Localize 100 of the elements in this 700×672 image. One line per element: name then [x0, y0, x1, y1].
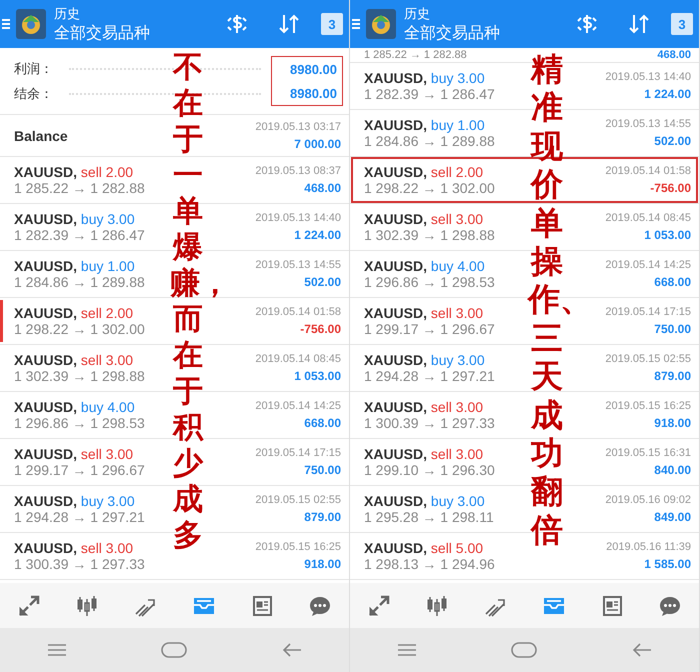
- balance-label: Balance: [14, 128, 68, 144]
- deal-title: XAUUSD, buy 3.00: [14, 493, 136, 509]
- symbol-filter[interactable]: 全部交易品种: [404, 22, 561, 44]
- home-icon[interactable]: [511, 642, 538, 658]
- deal-time: 2019.05.14 14:25: [255, 400, 341, 412]
- profit-amount: -756.00: [300, 322, 341, 336]
- deal-title: XAUUSD, sell 2.00: [14, 164, 134, 180]
- deal-title: XAUUSD, buy 4.00: [14, 399, 136, 415]
- candles-icon[interactable]: [425, 594, 450, 618]
- summary-value: 8980.00: [290, 62, 337, 76]
- menu-icon[interactable]: [2, 17, 10, 31]
- profit-amount: 918.00: [654, 416, 691, 430]
- price-range: 1 282.39 → 1 286.47: [364, 86, 495, 102]
- deal-time: 2019.05.14 17:15: [605, 306, 691, 318]
- screen-title: 历史: [404, 4, 431, 22]
- price-range: 1 296.86 → 1 298.53: [14, 415, 145, 431]
- summary-label: 结余：: [14, 84, 54, 102]
- profit-amount: 1 224.00: [294, 228, 341, 242]
- price-range: 1 294.28 → 1 297.21: [364, 368, 495, 384]
- symbol-filter[interactable]: 全部交易品种: [54, 22, 211, 44]
- deal-time: 2019.05.14 08:45: [255, 353, 341, 365]
- calendar-button[interactable]: 3: [671, 13, 693, 35]
- price-range: 1 296.86 → 1 298.53: [364, 274, 495, 290]
- profit-amount: 1 585.00: [644, 557, 691, 571]
- sort-arrows-icon[interactable]: [627, 12, 651, 36]
- deal-title: XAUUSD, sell 3.00: [364, 305, 484, 321]
- app-logo-icon: [366, 9, 396, 39]
- deal-time: 2019.05.15 02:55: [255, 494, 341, 506]
- deal-title: XAUUSD, buy 3.00: [364, 352, 486, 368]
- deal-time: 2019.05.15 16:25: [255, 541, 341, 553]
- price-range: 1 299.10 → 1 296.30: [364, 462, 495, 478]
- currency-exchange-icon[interactable]: [225, 12, 249, 36]
- deal-title: XAUUSD, buy 4.00: [364, 258, 486, 274]
- profit-amount: 1 053.00: [294, 369, 341, 383]
- back-icon[interactable]: [282, 642, 302, 658]
- price-range: 1 295.28 → 1 298.11: [364, 509, 494, 525]
- deal-time: 2019.05.16 09:02: [605, 494, 691, 506]
- price-range: 1 298.13 → 1 294.96: [364, 556, 495, 572]
- profit-amount: 879.00: [654, 369, 691, 383]
- price-range: 1 284.86 → 1 289.88: [14, 274, 145, 290]
- deal-time: 2019.05.13 14:40: [255, 212, 341, 224]
- profit-amount: 502.00: [654, 134, 691, 148]
- deal-time: 2019.05.13 14:55: [255, 259, 341, 271]
- price-range: 1 299.17 → 1 296.67: [14, 462, 145, 478]
- deal-time: 2019.05.15 16:31: [605, 447, 691, 459]
- profit-amount: 750.00: [304, 463, 341, 477]
- price-range: 1 302.39 → 1 298.88: [364, 227, 495, 243]
- back-icon[interactable]: [632, 642, 652, 658]
- profit-amount: 1 053.00: [644, 228, 691, 242]
- deal-time: 2019.05.13 08:37: [255, 165, 341, 177]
- price-range: 1 302.39 → 1 298.88: [14, 368, 145, 384]
- deal-title: XAUUSD, sell 3.00: [364, 399, 484, 415]
- balance-amount: 7 000.00: [294, 136, 341, 150]
- screen-title: 历史: [54, 4, 81, 22]
- calendar-button[interactable]: 3: [321, 13, 343, 35]
- price-range: 1 298.22 → 1 302.00: [364, 180, 495, 196]
- profit-amount: 468.00: [304, 181, 341, 195]
- app-logo-icon: [16, 9, 46, 39]
- deal-time: 2019.05.14 01:58: [605, 165, 691, 177]
- deal-title: XAUUSD, sell 3.00: [364, 211, 484, 227]
- home-icon[interactable]: [161, 642, 188, 658]
- candles-icon[interactable]: [75, 594, 100, 618]
- profit-amount: 750.00: [654, 322, 691, 336]
- deal-title: XAUUSD, buy 1.00: [364, 117, 486, 133]
- profit-amount: 840.00: [654, 463, 691, 477]
- deal-title: XAUUSD, buy 1.00: [14, 258, 136, 274]
- price-range: 1 285.22 → 1 282.88: [14, 180, 145, 196]
- price-range: 1 294.28 → 1 297.21: [14, 509, 145, 525]
- summary-value: 8980.00: [290, 86, 337, 100]
- deal-time: 2019.05.14 01:58: [255, 306, 341, 318]
- profit-amount: 468.00: [657, 49, 691, 61]
- price-range: 1 298.22 → 1 302.00: [14, 321, 145, 337]
- deal-time: 2019.05.14 14:25: [605, 259, 691, 271]
- sort-arrows-icon[interactable]: [277, 12, 301, 36]
- deal-time: 2019.05.14 08:45: [605, 212, 691, 224]
- menu-icon[interactable]: [397, 642, 418, 658]
- deal-title: XAUUSD, sell 3.00: [14, 540, 134, 556]
- deal-title: XAUUSD, buy 3.00: [364, 493, 486, 509]
- price-range: 1 300.39 → 1 297.33: [364, 415, 495, 431]
- price-range: 1 300.39 → 1 297.33: [14, 556, 145, 572]
- profit-amount: 879.00: [304, 510, 341, 524]
- deal-time: 2019.05.16 11:39: [606, 541, 691, 553]
- menu-icon[interactable]: [47, 642, 68, 658]
- profit-amount: 668.00: [304, 416, 341, 430]
- currency-exchange-icon[interactable]: [575, 12, 599, 36]
- deal-title: XAUUSD, sell 5.00: [364, 540, 484, 556]
- profit-amount: 668.00: [654, 275, 691, 289]
- price-range: 1 282.39 → 1 286.47: [14, 227, 145, 243]
- deal-time: 2019.05.13 03:17: [255, 120, 341, 132]
- profit-amount: 918.00: [304, 557, 341, 571]
- price-range: 1 284.86 → 1 289.88: [364, 133, 495, 149]
- deal-title: XAUUSD, buy 3.00: [364, 70, 486, 86]
- menu-icon[interactable]: [352, 17, 360, 31]
- deal-time: 2019.05.13 14:55: [605, 118, 691, 130]
- price-range: 1 299.17 → 1 296.67: [364, 321, 495, 337]
- deal-time: 2019.05.13 14:40: [605, 71, 691, 83]
- deal-time: 2019.05.15 16:25: [605, 400, 691, 412]
- profit-amount: 849.00: [654, 510, 691, 524]
- profit-amount: 502.00: [304, 275, 341, 289]
- price-range: 1 285.22 → 1 282.88: [364, 49, 467, 61]
